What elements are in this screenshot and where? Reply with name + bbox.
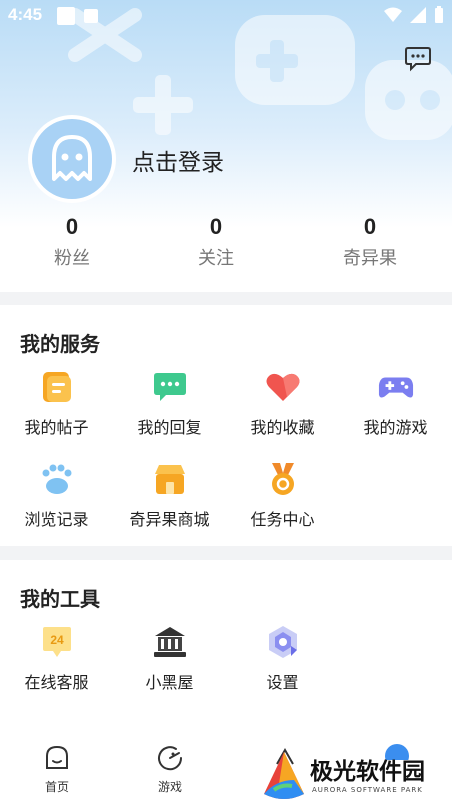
service-24-icon: 24 (42, 627, 71, 657)
service-my-posts[interactable]: 我的帖子 (0, 369, 113, 438)
service-label: 我的帖子 (24, 418, 89, 437)
stat-kiwi[interactable]: 0 奇异果 (310, 214, 430, 270)
stat-kiwi-value: 0 (363, 214, 377, 239)
stat-fans[interactable]: 0 粉丝 (12, 214, 132, 270)
service-label: 我的游戏 (363, 418, 428, 437)
tool-label: 在线客服 (24, 673, 89, 692)
watermark-title: 极光软件园 (310, 759, 425, 785)
status-time: 4:45 (8, 5, 43, 24)
stat-fans-label: 粉丝 (54, 248, 90, 269)
status-bar: 4:45 (0, 0, 452, 32)
tab-game-label: 游戏 (157, 780, 182, 794)
shop-icon (154, 465, 185, 494)
tools-title: 我的工具 (20, 587, 100, 611)
tool-settings[interactable]: 设置 (226, 624, 339, 693)
stat-fans-value: 0 (65, 214, 79, 239)
watermark: 极光软件园 AURORA SOFTWARE PARK (258, 748, 452, 805)
avatar[interactable] (28, 115, 116, 203)
service-my-favorites[interactable]: 我的收藏 (226, 369, 339, 438)
service-label: 我的收藏 (250, 418, 315, 437)
service-label: 任务中心 (250, 510, 315, 529)
message-icon[interactable] (404, 44, 432, 72)
service-task-center[interactable]: 任务中心 (226, 461, 339, 530)
services-card: 我的服务 我的帖子 我的回复 我的收藏 我的游戏 浏览记录 奇异果商城 任务中心 (0, 305, 452, 546)
service-my-replies[interactable]: 我的回复 (113, 369, 226, 438)
service-label: 浏览记录 (24, 510, 89, 529)
service-kiwi-shop[interactable]: 奇异果商城 (113, 461, 226, 530)
home-icon (46, 745, 68, 769)
battery-icon (435, 6, 443, 23)
service-24-badge: 24 (50, 633, 64, 647)
services-title: 我的服务 (20, 332, 100, 356)
stat-kiwi-label: 奇异果 (343, 248, 397, 269)
signal-icon (410, 7, 426, 23)
tool-label: 设置 (266, 673, 299, 692)
medal-icon (271, 463, 294, 495)
app-notification-icon (84, 9, 98, 23)
heart-icon (266, 373, 299, 401)
service-label: 奇异果商城 (129, 510, 210, 529)
tool-label: 小黑屋 (145, 673, 194, 692)
tab-game[interactable]: 游戏 (135, 744, 205, 795)
reply-icon (153, 373, 186, 401)
tool-blackhouse[interactable]: 小黑屋 (113, 624, 226, 693)
service-my-games[interactable]: 我的游戏 (339, 369, 452, 438)
posts-icon (42, 372, 71, 402)
gamepad-icon (378, 377, 413, 398)
building-icon (153, 627, 186, 657)
wifi-icon (384, 7, 402, 22)
tab-home-label: 首页 (44, 780, 69, 794)
stat-following[interactable]: 0 关注 (156, 214, 276, 270)
paw-icon (42, 464, 71, 494)
stat-following-label: 关注 (198, 248, 234, 269)
stat-following-value: 0 (209, 214, 223, 239)
service-label: 我的回复 (137, 418, 202, 437)
ghost-icon (52, 135, 92, 181)
aurora-logo-icon (264, 752, 304, 799)
tab-home[interactable]: 首页 (22, 744, 92, 795)
plus-decoration-icon (133, 75, 193, 135)
tools-card: 我的工具 24 在线客服 小黑屋 设置 (0, 560, 452, 740)
tool-online-service[interactable]: 24 在线客服 (0, 624, 113, 693)
avatar-circle (32, 119, 112, 199)
game-icon (158, 746, 183, 771)
service-history[interactable]: 浏览记录 (0, 461, 113, 530)
settings-icon (268, 626, 297, 658)
watermark-subtitle: AURORA SOFTWARE PARK (312, 786, 423, 794)
login-link[interactable]: 点击登录 (132, 143, 224, 177)
notification-icon (57, 7, 75, 25)
